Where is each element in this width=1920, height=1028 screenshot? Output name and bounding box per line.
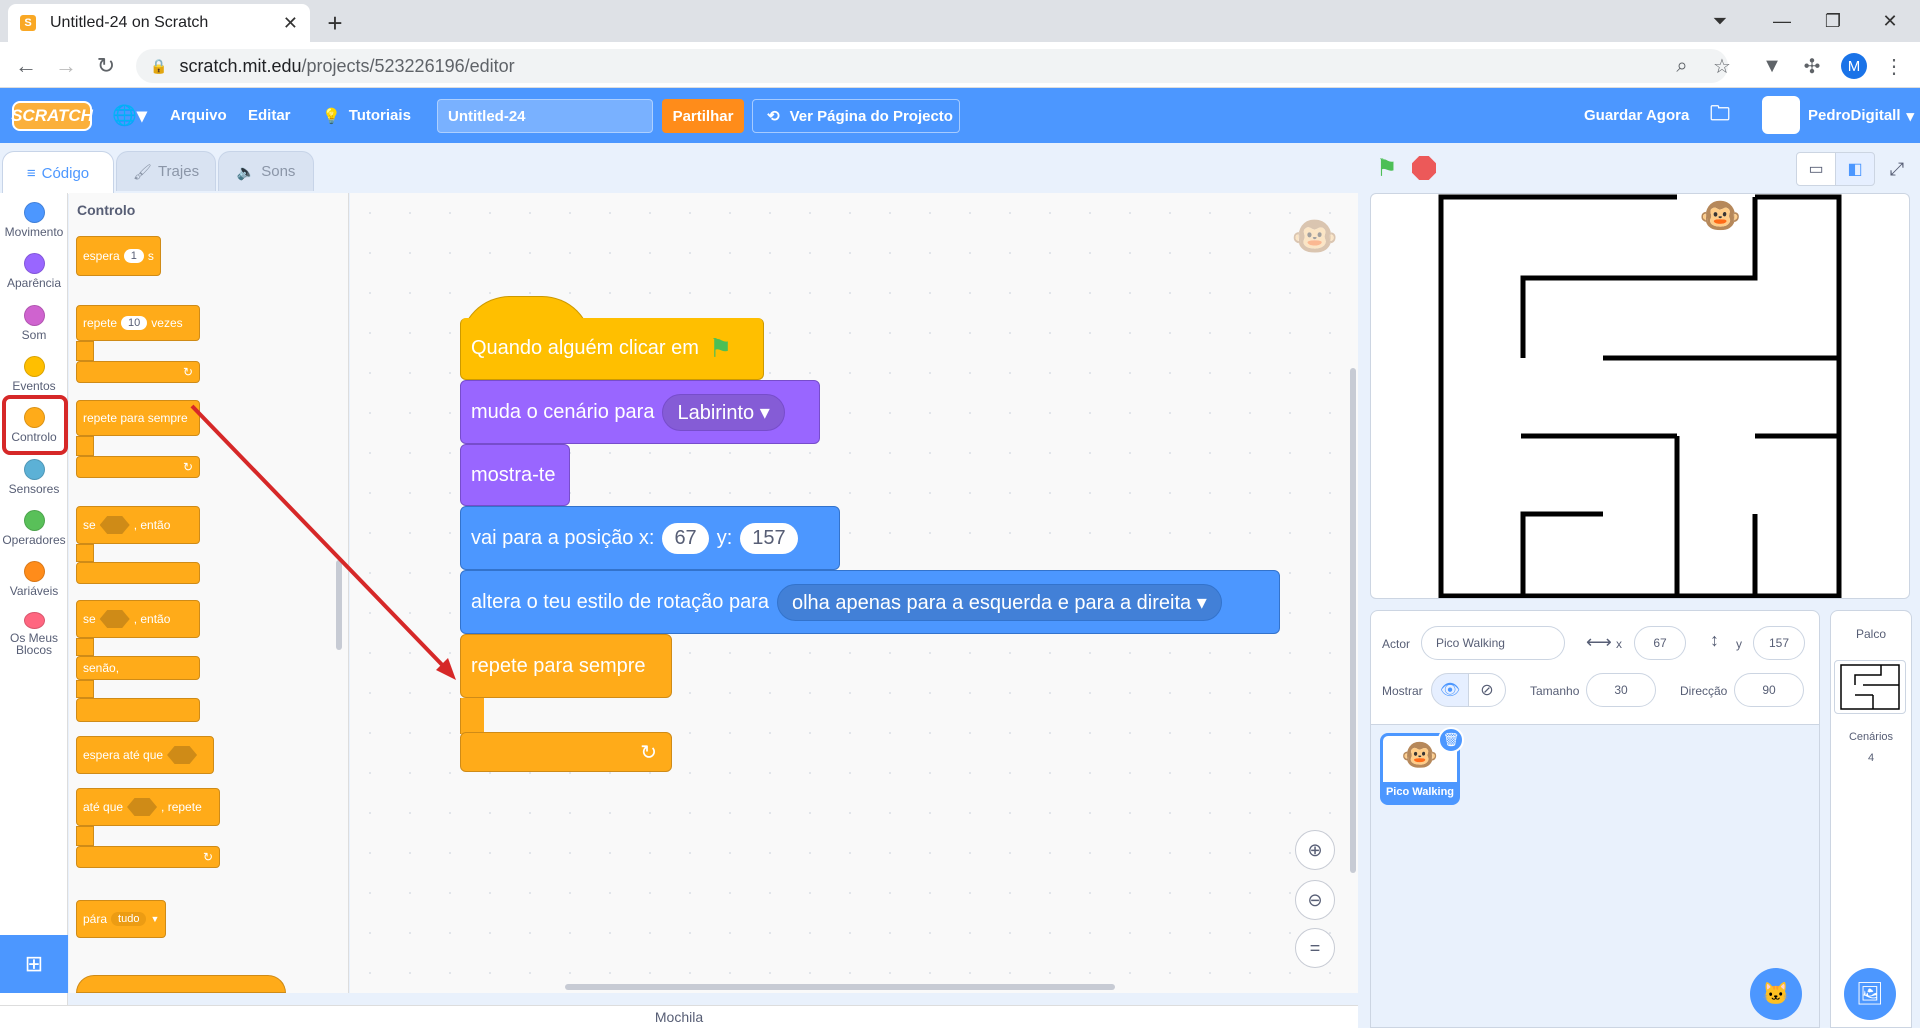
workspace-hscroll[interactable] bbox=[565, 984, 1115, 990]
sprite-tile-name: Pico Walking bbox=[1383, 782, 1457, 802]
vertical-arrows-icon: ↕ bbox=[1710, 630, 1719, 650]
zoom-reset-icon[interactable]: = bbox=[1295, 928, 1335, 968]
backdrops-label: Cenários bbox=[1848, 731, 1894, 743]
sprite-y-input[interactable]: 157 bbox=[1753, 626, 1805, 660]
backdrops-count: 4 bbox=[1867, 752, 1875, 764]
fullscreen-icon[interactable]: ⤢ bbox=[1880, 152, 1914, 186]
delete-sprite-icon[interactable]: 🗑 bbox=[1438, 727, 1464, 753]
sprite-size-input[interactable]: 30 bbox=[1586, 673, 1656, 707]
horizontal-arrows-icon: ⟷ bbox=[1586, 632, 1612, 652]
hide-eye-icon[interactable]: ⊘ bbox=[1468, 673, 1506, 707]
maze-backdrop bbox=[1438, 194, 1842, 598]
actor-label: Actor bbox=[1382, 637, 1411, 651]
x-label: x bbox=[1616, 637, 1622, 651]
show-label: Mostrar bbox=[1382, 684, 1423, 698]
sprite-x-input[interactable]: 67 bbox=[1634, 626, 1686, 660]
small-stage-icon[interactable]: ▭ bbox=[1796, 152, 1836, 186]
workspace-vscroll[interactable] bbox=[1350, 368, 1356, 873]
stage-backdrop-thumbnail bbox=[1834, 660, 1906, 714]
sprite-name-input[interactable]: Pico Walking bbox=[1421, 626, 1565, 660]
green-flag-icon[interactable]: ⚑ bbox=[1376, 154, 1398, 183]
sprite-direction-input[interactable]: 90 bbox=[1734, 673, 1804, 707]
size-label: Tamanho bbox=[1530, 684, 1580, 698]
direction-label: Direcção bbox=[1680, 684, 1728, 698]
show-eye-icon[interactable]: 👁 bbox=[1431, 673, 1469, 707]
add-backdrop-button[interactable]: 🖼 bbox=[1844, 968, 1896, 1020]
add-sprite-button[interactable]: 🐱 bbox=[1750, 968, 1802, 1020]
normal-stage-icon[interactable]: ◧ bbox=[1835, 152, 1875, 186]
backpack-bar[interactable]: Mochila bbox=[0, 1005, 1358, 1028]
zoom-in-icon[interactable]: ⊕ bbox=[1295, 830, 1335, 870]
stage-canvas[interactable]: 🐵 bbox=[1370, 193, 1910, 599]
stage-title: Palco bbox=[1855, 627, 1887, 641]
pico-sprite[interactable]: 🐵 bbox=[1699, 196, 1741, 236]
y-label: y bbox=[1736, 637, 1742, 651]
zoom-out-icon[interactable]: ⊖ bbox=[1295, 880, 1335, 920]
